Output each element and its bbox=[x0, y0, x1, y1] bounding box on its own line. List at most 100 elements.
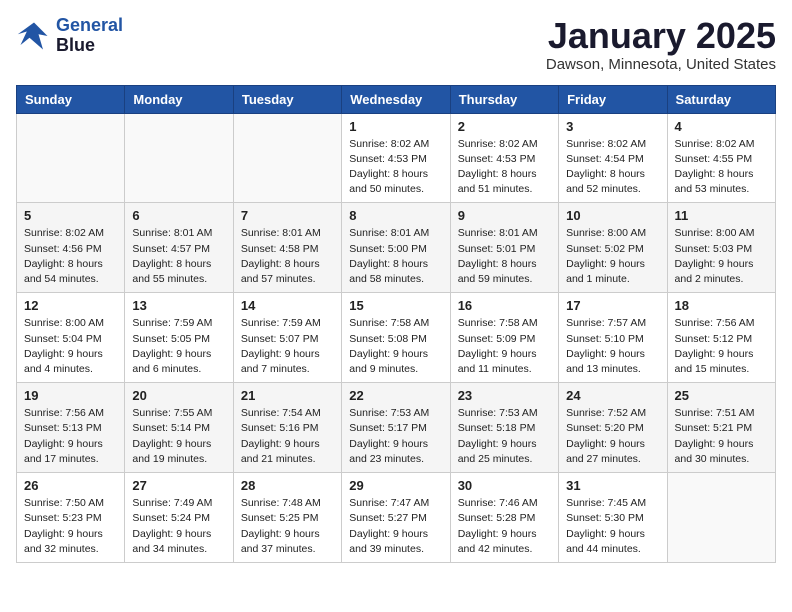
day-number: 8 bbox=[349, 208, 442, 223]
calendar-cell: 13Sunrise: 7:59 AM Sunset: 5:05 PM Dayli… bbox=[125, 293, 233, 383]
day-info: Sunrise: 7:53 AM Sunset: 5:18 PM Dayligh… bbox=[458, 406, 551, 467]
day-number: 29 bbox=[349, 478, 442, 493]
title-block: January 2025 Dawson, Minnesota, United S… bbox=[546, 16, 776, 73]
month-title: January 2025 bbox=[546, 16, 776, 56]
day-info: Sunrise: 8:00 AM Sunset: 5:03 PM Dayligh… bbox=[675, 226, 768, 287]
calendar-cell: 4 Sunrise: 8:02 AM Sunset: 4:55 PM Daylig… bbox=[667, 113, 775, 203]
day-number: 16 bbox=[458, 298, 551, 313]
day-info: Sunrise: 7:56 AM Sunset: 5:13 PM Dayligh… bbox=[24, 406, 117, 467]
calendar-header-row: SundayMondayTuesdayWednesdayThursdayFrid… bbox=[17, 85, 776, 113]
day-number: 19 bbox=[24, 388, 117, 403]
calendar-cell bbox=[667, 473, 775, 563]
calendar-week-row: 12 Sunrise: 8:00 AM Sunset: 5:04 PM Dayli… bbox=[17, 293, 776, 383]
calendar-table: SundayMondayTuesdayWednesdayThursdayFrid… bbox=[16, 85, 776, 563]
day-number: 23 bbox=[458, 388, 551, 403]
day-info: Sunrise: 7:52 AM Sunset: 5:20 PM Dayligh… bbox=[566, 406, 659, 467]
day-info: Sunrise: 7:54 AM Sunset: 5:16 PM Dayligh… bbox=[241, 406, 334, 467]
calendar-cell: 27 Sunrise: 7:49 AM Sunset: 5:24 PM Dayli… bbox=[125, 473, 233, 563]
day-info: Sunrise: 8:02 AM Sunset: 4:53 PM Dayligh… bbox=[458, 137, 551, 198]
day-number: 24 bbox=[566, 388, 659, 403]
day-number: 21 bbox=[241, 388, 334, 403]
calendar-cell: 3Sunrise: 8:02 AM Sunset: 4:54 PM Daylig… bbox=[559, 113, 667, 203]
day-info: Sunrise: 8:02 AM Sunset: 4:53 PM Dayligh… bbox=[349, 137, 442, 198]
day-number: 11 bbox=[675, 208, 768, 223]
calendar-cell: 8 Sunrise: 8:01 AM Sunset: 5:00 PM Daylig… bbox=[342, 203, 450, 293]
calendar-cell: 20 Sunrise: 7:55 AM Sunset: 5:14 PM Dayli… bbox=[125, 383, 233, 473]
day-info: Sunrise: 7:51 AM Sunset: 5:21 PM Dayligh… bbox=[675, 406, 768, 467]
day-info: Sunrise: 8:01 AM Sunset: 5:00 PM Dayligh… bbox=[349, 226, 442, 287]
calendar-cell: 30Sunrise: 7:46 AM Sunset: 5:28 PM Dayli… bbox=[450, 473, 558, 563]
calendar-cell bbox=[125, 113, 233, 203]
day-info: Sunrise: 7:49 AM Sunset: 5:24 PM Dayligh… bbox=[132, 496, 225, 557]
day-number: 2 bbox=[458, 119, 551, 134]
day-number: 5 bbox=[24, 208, 117, 223]
day-number: 10 bbox=[566, 208, 659, 223]
weekday-header: Sunday bbox=[17, 85, 125, 113]
calendar-cell: 18 Sunrise: 7:56 AM Sunset: 5:12 PM Dayli… bbox=[667, 293, 775, 383]
day-info: Sunrise: 8:00 AM Sunset: 5:02 PM Dayligh… bbox=[566, 226, 659, 287]
weekday-header: Tuesday bbox=[233, 85, 341, 113]
day-info: Sunrise: 7:55 AM Sunset: 5:14 PM Dayligh… bbox=[132, 406, 225, 467]
day-number: 18 bbox=[675, 298, 768, 313]
page-header: General Blue January 2025 Dawson, Minnes… bbox=[16, 16, 776, 73]
calendar-cell: 12 Sunrise: 8:00 AM Sunset: 5:04 PM Dayli… bbox=[17, 293, 125, 383]
day-number: 13 bbox=[132, 298, 225, 313]
day-number: 22 bbox=[349, 388, 442, 403]
day-number: 7 bbox=[241, 208, 334, 223]
day-number: 15 bbox=[349, 298, 442, 313]
calendar-cell bbox=[17, 113, 125, 203]
calendar-cell: 22 Sunrise: 7:53 AM Sunset: 5:17 PM Dayli… bbox=[342, 383, 450, 473]
calendar-cell: 5Sunrise: 8:02 AM Sunset: 4:56 PM Daylig… bbox=[17, 203, 125, 293]
calendar-cell: 25 Sunrise: 7:51 AM Sunset: 5:21 PM Dayli… bbox=[667, 383, 775, 473]
calendar-cell: 16 Sunrise: 7:58 AM Sunset: 5:09 PM Dayli… bbox=[450, 293, 558, 383]
calendar-cell: 14 Sunrise: 7:59 AM Sunset: 5:07 PM Dayli… bbox=[233, 293, 341, 383]
weekday-header: Wednesday bbox=[342, 85, 450, 113]
calendar-cell: 1 Sunrise: 8:02 AM Sunset: 4:53 PM Daylig… bbox=[342, 113, 450, 203]
day-number: 4 bbox=[675, 119, 768, 134]
day-number: 14 bbox=[241, 298, 334, 313]
day-number: 3 bbox=[566, 119, 659, 134]
day-number: 6 bbox=[132, 208, 225, 223]
day-info: Sunrise: 7:46 AM Sunset: 5:28 PM Dayligh… bbox=[458, 496, 551, 557]
calendar-week-row: 19 Sunrise: 7:56 AM Sunset: 5:13 PM Dayli… bbox=[17, 383, 776, 473]
day-info: Sunrise: 8:01 AM Sunset: 4:58 PM Dayligh… bbox=[241, 226, 334, 287]
location: Dawson, Minnesota, United States bbox=[546, 56, 776, 73]
day-number: 27 bbox=[132, 478, 225, 493]
weekday-header: Thursday bbox=[450, 85, 558, 113]
day-number: 1 bbox=[349, 119, 442, 134]
day-number: 28 bbox=[241, 478, 334, 493]
day-info: Sunrise: 8:01 AM Sunset: 4:57 PM Dayligh… bbox=[132, 226, 225, 287]
day-number: 25 bbox=[675, 388, 768, 403]
day-info: Sunrise: 7:58 AM Sunset: 5:09 PM Dayligh… bbox=[458, 316, 551, 377]
calendar-cell: 26 Sunrise: 7:50 AM Sunset: 5:23 PM Dayli… bbox=[17, 473, 125, 563]
day-info: Sunrise: 7:47 AM Sunset: 5:27 PM Dayligh… bbox=[349, 496, 442, 557]
day-info: Sunrise: 8:00 AM Sunset: 5:04 PM Dayligh… bbox=[24, 316, 117, 377]
day-number: 17 bbox=[566, 298, 659, 313]
calendar-cell: 7 Sunrise: 8:01 AM Sunset: 4:58 PM Daylig… bbox=[233, 203, 341, 293]
day-number: 31 bbox=[566, 478, 659, 493]
logo-text: General Blue bbox=[56, 16, 123, 56]
calendar-cell: 9Sunrise: 8:01 AM Sunset: 5:01 PM Daylig… bbox=[450, 203, 558, 293]
day-info: Sunrise: 7:53 AM Sunset: 5:17 PM Dayligh… bbox=[349, 406, 442, 467]
calendar-cell: 21 Sunrise: 7:54 AM Sunset: 5:16 PM Dayli… bbox=[233, 383, 341, 473]
day-number: 12 bbox=[24, 298, 117, 313]
logo-icon bbox=[16, 18, 52, 54]
day-number: 20 bbox=[132, 388, 225, 403]
day-info: Sunrise: 7:48 AM Sunset: 5:25 PM Dayligh… bbox=[241, 496, 334, 557]
calendar-cell: 31Sunrise: 7:45 AM Sunset: 5:30 PM Dayli… bbox=[559, 473, 667, 563]
day-info: Sunrise: 7:56 AM Sunset: 5:12 PM Dayligh… bbox=[675, 316, 768, 377]
calendar-cell: 10 Sunrise: 8:00 AM Sunset: 5:02 PM Dayli… bbox=[559, 203, 667, 293]
day-info: Sunrise: 7:59 AM Sunset: 5:07 PM Dayligh… bbox=[241, 316, 334, 377]
day-info: Sunrise: 8:02 AM Sunset: 4:55 PM Dayligh… bbox=[675, 137, 768, 198]
weekday-header: Friday bbox=[559, 85, 667, 113]
day-info: Sunrise: 7:57 AM Sunset: 5:10 PM Dayligh… bbox=[566, 316, 659, 377]
calendar-week-row: 26 Sunrise: 7:50 AM Sunset: 5:23 PM Dayli… bbox=[17, 473, 776, 563]
logo: General Blue bbox=[16, 16, 123, 56]
day-info: Sunrise: 7:50 AM Sunset: 5:23 PM Dayligh… bbox=[24, 496, 117, 557]
day-number: 9 bbox=[458, 208, 551, 223]
day-info: Sunrise: 7:58 AM Sunset: 5:08 PM Dayligh… bbox=[349, 316, 442, 377]
calendar-cell: 23 Sunrise: 7:53 AM Sunset: 5:18 PM Dayli… bbox=[450, 383, 558, 473]
day-number: 26 bbox=[24, 478, 117, 493]
weekday-header: Saturday bbox=[667, 85, 775, 113]
calendar-cell: 17 Sunrise: 7:57 AM Sunset: 5:10 PM Dayli… bbox=[559, 293, 667, 383]
